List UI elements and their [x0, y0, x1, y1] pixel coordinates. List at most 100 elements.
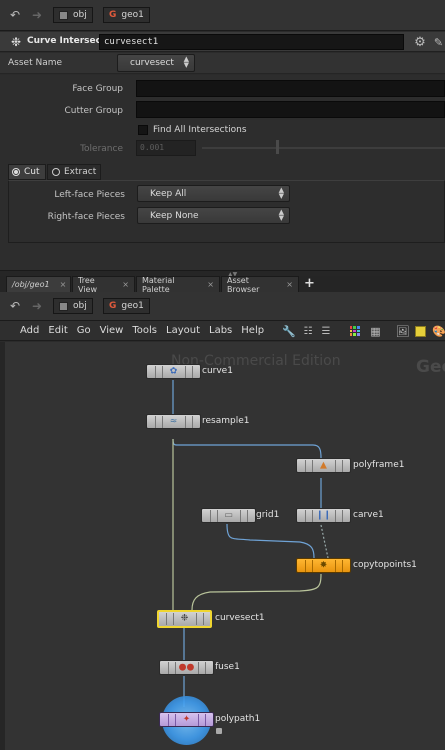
menu-labs[interactable]: Labs [209, 325, 232, 336]
tree-icon[interactable]: ☷ [302, 323, 314, 339]
top-path-bar: ↶ ➜ obj G geo1 [0, 0, 445, 31]
curve-intersect-icon: ❉ [180, 613, 189, 624]
tolerance-field[interactable]: 0.001 [136, 140, 196, 156]
node-name-value: curvesect1 [104, 37, 159, 47]
asset-name-label: Asset Name [8, 58, 63, 68]
network-path-bar: ↶ ➜ obj G geo1 [0, 292, 445, 321]
left-face-dropdown[interactable]: Keep All ▲ ▼ [137, 185, 290, 202]
image-icon[interactable]: 🖼 [396, 323, 410, 339]
right-face-value: Keep None [150, 210, 199, 221]
copy-to-points-icon: ✸ [319, 560, 328, 570]
wire-grid-to-copytopoints [226, 523, 315, 559]
menu-edit[interactable]: Edit [48, 325, 67, 336]
breadcrumb-obj[interactable]: obj [53, 7, 93, 23]
sticky-note-icon[interactable] [415, 326, 426, 337]
right-face-label: Right-face Pieces [47, 212, 125, 222]
back-arrow-icon[interactable]: ↶ [8, 299, 22, 313]
node-curvesect1[interactable]: ❉ [157, 610, 212, 628]
tab-material-palette[interactable]: Material Palette × [136, 276, 220, 294]
network-editor[interactable]: Non-Commercial Edition Geo ✿ curve1 ≈ re… [0, 342, 445, 750]
face-group-field[interactable] [136, 80, 445, 97]
tab-tree-view-label: Tree View [78, 275, 97, 294]
wire-copytopoints-to-curvesect [191, 573, 322, 611]
node-curve1[interactable]: ✿ [146, 364, 201, 379]
node-type-label: Curve Intersect [27, 36, 106, 46]
tolerance-label: Tolerance [80, 144, 123, 154]
updown-arrow-icon: ▲ ▼ [278, 208, 284, 222]
carve-icon: ❙❙ [315, 510, 332, 520]
node-copytopoints1[interactable]: ✸ [296, 558, 351, 573]
gear-icon[interactable]: ⚙ [412, 34, 428, 50]
updown-arrow-icon: ▲ ▼ [183, 55, 189, 69]
geo-icon: G [109, 301, 117, 311]
forward-arrow-icon[interactable]: ➜ [30, 299, 44, 313]
menu-add[interactable]: Add [20, 325, 39, 336]
node-label-polyframe1: polyframe1 [353, 460, 405, 470]
parameters-panel: Face Group Cutter Group Find All Interse… [0, 75, 445, 270]
node-label-polypath1: polypath1 [215, 714, 261, 724]
tolerance-slider-handle[interactable] [276, 140, 279, 154]
node-wires [172, 380, 329, 707]
curve-intersect-icon: ❉ [11, 35, 22, 49]
close-icon[interactable]: × [207, 280, 214, 289]
node-name-field[interactable]: curvesect1 [99, 34, 404, 50]
node-fuse1[interactable]: ●● [159, 660, 214, 675]
wire-carve-to-copytopoints [320, 524, 329, 559]
add-tab-button[interactable]: + [304, 276, 315, 291]
cutter-group-label: Cutter Group [64, 106, 123, 116]
node-label-curve1: curve1 [202, 366, 233, 376]
right-face-dropdown[interactable]: Keep None ▲ ▼ [137, 207, 290, 224]
node-resample1[interactable]: ≈ [146, 414, 201, 429]
polypath-icon: ✦ [182, 714, 191, 724]
node-label-curvesect1: curvesect1 [215, 613, 265, 623]
menu-tools[interactable]: Tools [132, 325, 157, 336]
resample-icon: ≈ [169, 416, 178, 426]
grid-view-icon[interactable]: ▦ [369, 323, 382, 339]
wrench-icon[interactable]: 🔧 [282, 323, 296, 339]
face-group-label: Face Group [72, 84, 123, 94]
close-icon[interactable]: × [60, 280, 67, 289]
asset-name-dropdown[interactable]: curvesect ▲ ▼ [117, 54, 195, 72]
node-polyframe1[interactable]: ▲ [296, 458, 351, 473]
find-all-label: Find All Intersections [153, 125, 247, 135]
tab-asset-browser[interactable]: Asset Browser × [221, 276, 299, 294]
pencil-icon[interactable]: ✎ [432, 34, 445, 50]
breadcrumb-obj-label: obj [73, 10, 87, 20]
breadcrumb-geo1[interactable]: G geo1 [103, 7, 150, 23]
menu-view[interactable]: View [100, 325, 124, 336]
menu-go[interactable]: Go [77, 325, 91, 336]
breadcrumb-obj-label: obj [73, 301, 87, 311]
network-icon [59, 301, 68, 311]
cutter-group-field[interactable] [136, 101, 445, 118]
node-grid1[interactable]: ▭ [201, 508, 256, 523]
node-label-grid1: grid1 [256, 510, 280, 520]
back-arrow-icon[interactable]: ↶ [8, 8, 22, 22]
tab-obj-geo1-label: /obj/geo1 [12, 280, 50, 289]
list-icon[interactable]: ☰ [320, 323, 332, 339]
radio-empty-icon [52, 168, 60, 176]
close-icon[interactable]: × [122, 280, 129, 289]
node-carve1[interactable]: ❙❙ [296, 508, 351, 523]
wire-resample-to-polyframe [172, 438, 322, 459]
tab-cut[interactable]: Cut [8, 164, 46, 180]
menu-layout[interactable]: Layout [166, 325, 200, 336]
forward-arrow-icon[interactable]: ➜ [30, 8, 44, 22]
breadcrumb-geo1-label: geo1 [121, 301, 144, 311]
network-view-icon[interactable] [348, 323, 361, 339]
tab-tree-view[interactable]: Tree View × [72, 275, 135, 294]
node-polypath1[interactable]: ✦ [159, 712, 214, 727]
left-face-label: Left-face Pieces [54, 190, 125, 200]
tab-obj-geo1[interactable]: /obj/geo1 × [6, 276, 71, 292]
tab-extract[interactable]: Extract [47, 164, 101, 180]
breadcrumb-obj[interactable]: obj [53, 298, 93, 314]
tab-extract-label: Extract [64, 167, 97, 177]
asset-row: Asset Name curvesect ▲ ▼ [0, 53, 445, 74]
breadcrumb-geo1[interactable]: G geo1 [103, 298, 150, 314]
close-icon[interactable]: × [286, 280, 293, 289]
palette-icon[interactable]: 🎨 [432, 323, 445, 339]
fuse-icon: ●● [178, 662, 195, 672]
menu-help[interactable]: Help [241, 325, 264, 336]
find-all-checkbox[interactable] [138, 125, 148, 135]
updown-arrow-icon: ▲ ▼ [278, 186, 284, 200]
tolerance-slider-track[interactable] [202, 147, 445, 149]
